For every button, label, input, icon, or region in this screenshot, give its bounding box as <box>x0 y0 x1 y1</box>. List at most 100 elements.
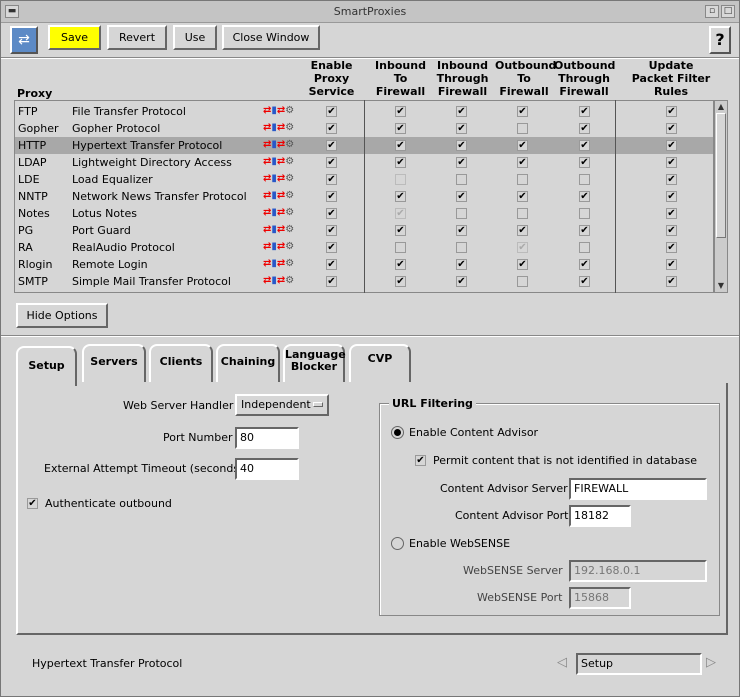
content-advisor-radio[interactable] <box>391 426 404 439</box>
proxy-checkbox[interactable] <box>456 242 467 253</box>
proxy-checkbox[interactable]: ✔ <box>666 276 677 287</box>
proxy-checkbox[interactable]: ✔ <box>517 140 528 151</box>
proxy-checkbox[interactable]: ✔ <box>666 140 677 151</box>
proxy-checkbox[interactable]: ✔ <box>395 140 406 151</box>
proxy-checkbox[interactable]: ✔ <box>666 174 677 185</box>
proxy-checkbox[interactable]: ✔ <box>395 225 406 236</box>
proxy-app-icon[interactable]: ⇄ <box>10 26 38 54</box>
proxy-checkbox[interactable] <box>517 174 528 185</box>
maximize-icon[interactable]: □ <box>721 5 735 18</box>
proxy-checkbox[interactable]: ✔ <box>517 242 528 253</box>
proxy-checkbox[interactable] <box>456 174 467 185</box>
proxy-checkbox[interactable]: ✔ <box>579 106 590 117</box>
proxy-checkbox[interactable]: ✔ <box>456 276 467 287</box>
proxy-checkbox[interactable]: ✔ <box>456 259 467 270</box>
proxy-checkbox[interactable]: ✔ <box>666 259 677 270</box>
proxy-checkbox[interactable]: ✔ <box>326 106 337 117</box>
proxy-checkbox[interactable]: ✔ <box>579 123 590 134</box>
proxy-checkbox[interactable]: ✔ <box>666 157 677 168</box>
proxy-checkbox[interactable]: ✔ <box>395 157 406 168</box>
proxy-checkbox[interactable]: ✔ <box>666 208 677 219</box>
ws-port-input[interactable]: 15868 <box>569 587 631 609</box>
hide-options-button[interactable]: Hide Options <box>16 303 108 328</box>
proxy-checkbox[interactable]: ✔ <box>517 106 528 117</box>
tab-cvp[interactable]: CVP <box>349 344 411 382</box>
minimize-icon[interactable]: ▫ <box>705 5 719 18</box>
proxy-checkbox[interactable]: ✔ <box>456 157 467 168</box>
proxy-checkbox[interactable] <box>579 174 590 185</box>
ca-server-input[interactable]: FIREWALL <box>569 478 707 500</box>
proxy-checkbox[interactable] <box>517 276 528 287</box>
proxy-checkbox[interactable]: ✔ <box>456 225 467 236</box>
proxy-checkbox[interactable]: ✔ <box>579 276 590 287</box>
web-server-handler-select[interactable]: Independent <box>235 394 329 416</box>
proxy-checkbox[interactable]: ✔ <box>326 123 337 134</box>
proxy-checkbox[interactable] <box>579 208 590 219</box>
table-scrollbar[interactable]: ▲ ▼ <box>714 100 728 293</box>
window-menu-icon[interactable]: ▬ <box>5 5 19 18</box>
websense-radio[interactable] <box>391 537 404 550</box>
proxy-checkbox[interactable]: ✔ <box>579 259 590 270</box>
tab-chaining[interactable]: Chaining <box>216 344 280 382</box>
scroll-up-icon[interactable]: ▲ <box>716 102 726 112</box>
proxy-checkbox[interactable]: ✔ <box>456 123 467 134</box>
proxy-checkbox[interactable]: ✔ <box>666 123 677 134</box>
tab-servers[interactable]: Servers <box>82 344 146 382</box>
scroll-thumb[interactable] <box>716 113 726 238</box>
use-button[interactable]: Use <box>173 25 217 50</box>
proxy-checkbox[interactable]: ✔ <box>456 140 467 151</box>
proxy-checkbox[interactable]: ✔ <box>517 225 528 236</box>
proxy-checkbox[interactable]: ✔ <box>579 157 590 168</box>
proxy-checkbox[interactable]: ✔ <box>579 225 590 236</box>
proxy-checkbox[interactable]: ✔ <box>395 123 406 134</box>
port-number-input[interactable]: 80 <box>235 427 299 449</box>
proxy-checkbox[interactable] <box>579 242 590 253</box>
proxy-checkbox[interactable] <box>395 242 406 253</box>
proxy-checkbox[interactable]: ✔ <box>456 191 467 202</box>
tab-language-blocker[interactable]: Language Blocker <box>283 344 346 382</box>
proxy-checkbox[interactable]: ✔ <box>395 276 406 287</box>
proxy-checkbox[interactable] <box>517 123 528 134</box>
scroll-down-icon[interactable]: ▼ <box>716 281 726 291</box>
ca-port-input[interactable]: 18182 <box>569 505 631 527</box>
proxy-checkbox[interactable]: ✔ <box>517 191 528 202</box>
proxy-checkbox[interactable]: ✔ <box>326 157 337 168</box>
authenticate-checkbox[interactable]: ✔ <box>27 498 38 509</box>
proxy-checkbox[interactable]: ✔ <box>395 259 406 270</box>
proxy-checkbox[interactable]: ✔ <box>326 242 337 253</box>
proxy-checkbox[interactable] <box>395 174 406 185</box>
proxy-checkbox[interactable]: ✔ <box>395 191 406 202</box>
proxy-checkbox[interactable]: ✔ <box>579 140 590 151</box>
next-page-icon[interactable]: ▷ <box>706 655 716 670</box>
proxy-checkbox[interactable]: ✔ <box>326 140 337 151</box>
timeout-input[interactable]: 40 <box>235 458 299 480</box>
save-button[interactable]: Save <box>48 25 101 50</box>
proxy-checkbox[interactable]: ✔ <box>326 225 337 236</box>
prev-page-icon[interactable]: ◁ <box>557 655 567 670</box>
proxy-checkbox[interactable]: ✔ <box>326 174 337 185</box>
proxy-checkbox[interactable]: ✔ <box>326 276 337 287</box>
tab-clients[interactable]: Clients <box>149 344 213 382</box>
proxy-checkbox[interactable]: ✔ <box>326 259 337 270</box>
permit-checkbox[interactable]: ✔ <box>415 455 426 466</box>
help-button[interactable]: ? <box>709 26 731 54</box>
proxy-checkbox[interactable] <box>517 208 528 219</box>
proxy-checkbox[interactable]: ✔ <box>579 191 590 202</box>
proxy-checkbox[interactable]: ✔ <box>666 225 677 236</box>
proxy-checkbox[interactable]: ✔ <box>666 191 677 202</box>
tab-setup[interactable]: Setup <box>16 346 77 386</box>
proxy-checkbox[interactable]: ✔ <box>456 106 467 117</box>
proxy-checkbox[interactable]: ✔ <box>326 208 337 219</box>
proxy-checkbox[interactable]: ✔ <box>517 259 528 270</box>
proxy-code: PG <box>18 224 34 237</box>
revert-button[interactable]: Revert <box>107 25 167 50</box>
ws-server-input[interactable]: 192.168.0.1 <box>569 560 707 582</box>
close-window-button[interactable]: Close Window <box>222 25 320 50</box>
proxy-checkbox[interactable]: ✔ <box>395 106 406 117</box>
proxy-checkbox[interactable]: ✔ <box>666 242 677 253</box>
proxy-checkbox[interactable]: ✔ <box>517 157 528 168</box>
proxy-checkbox[interactable]: ✔ <box>326 191 337 202</box>
proxy-checkbox[interactable] <box>456 208 467 219</box>
proxy-checkbox[interactable]: ✔ <box>395 208 406 219</box>
proxy-checkbox[interactable]: ✔ <box>666 106 677 117</box>
